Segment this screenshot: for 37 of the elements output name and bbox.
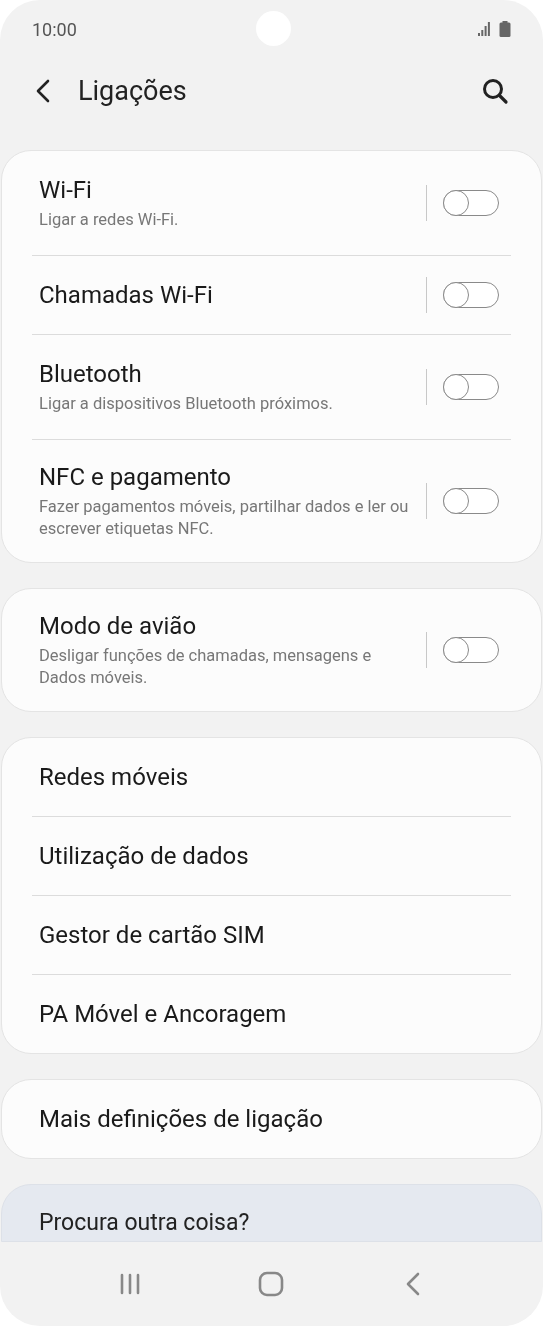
setting-description: Ligar a dispositivos Bluetooth próximos. [39,393,334,415]
home-button[interactable] [258,1271,285,1297]
settings-row[interactable]: Bluetooth Ligar a dispositivos Bluetooth próximos. [32,335,511,439]
settings-row[interactable]: NFC e pagamento Fazer pagamentos móveis, partilhar dados e ler ou escrever etiquetas NFC. [32,440,511,562]
settings-row[interactable]: Wi-Fi Ligar a redes Wi-Fi. [32,151,511,255]
toggle-switch[interactable] [443,637,499,663]
page-title: Ligações [78,73,187,109]
settings-row[interactable]: Redes móveis [32,738,511,816]
battery-icon [499,21,511,37]
setting-title: Chamadas Wi-Fi [39,280,214,310]
toggle-switch[interactable] [443,374,499,400]
suggestion-card[interactable]: Procura outra coisa? [1,1184,542,1242]
setting-title: NFC e pagamento [39,462,233,492]
setting-title: Mais definições de ligação [39,1104,324,1134]
settings-row[interactable]: Utilização de dados [32,817,511,895]
status-time: 10:00 [32,17,77,42]
setting-title: Wi-Fi [39,175,93,205]
settings-row[interactable]: Mais definições de ligação [32,1080,511,1158]
setting-title: Utilização de dados [39,841,250,871]
settings-row[interactable]: Modo de avião Desligar funções de chamadas, mensagens e Dados móveis. [32,589,511,711]
search-button[interactable] [481,77,509,105]
settings-row[interactable]: PA Móvel e Ancoragem [32,975,511,1053]
signal-icon [478,22,490,36]
setting-title: Gestor de cartão SIM [39,920,266,950]
settings-row[interactable]: Gestor de cartão SIM [32,896,511,974]
toggle-switch[interactable] [443,190,499,216]
settings-row[interactable]: Chamadas Wi-Fi [32,256,511,334]
setting-title: Modo de avião [39,611,198,641]
setting-title: PA Móvel e Ancoragem [39,999,288,1029]
setting-description: Fazer pagamentos móveis, partilhar dados e ler ou escrever etiquetas NFC. [39,496,410,540]
setting-description: Ligar a redes Wi-Fi. [39,209,180,231]
suggestion-title: Procura outra coisa? [39,1209,250,1237]
toggle-switch[interactable] [443,488,499,514]
toggle-switch[interactable] [443,282,499,308]
setting-title: Bluetooth [39,359,143,389]
setting-title: Redes móveis [39,762,190,792]
setting-description: Desligar funções de chamadas, mensagens e Dados móveis. [39,645,373,689]
